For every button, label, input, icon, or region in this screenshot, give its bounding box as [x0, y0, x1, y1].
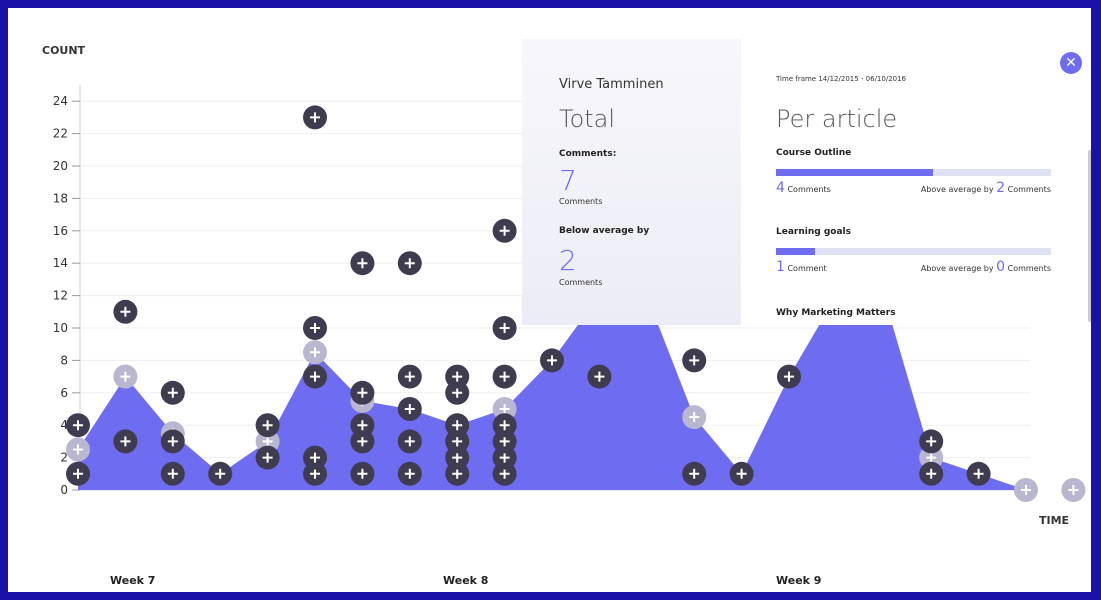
average-point[interactable]: [1014, 478, 1038, 502]
average-point[interactable]: [66, 437, 90, 462]
y-axis-label: COUNT: [42, 44, 86, 57]
comment-point[interactable]: [492, 364, 517, 389]
comment-point[interactable]: [682, 348, 707, 373]
article-avg-text: Above average by: [920, 264, 994, 273]
comment-point[interactable]: [492, 218, 517, 243]
comment-point[interactable]: [208, 461, 233, 486]
y-tick-label: 20: [53, 159, 68, 173]
y-tick-label: 16: [53, 224, 68, 238]
article-progress-fill: [776, 169, 933, 176]
article-progress-bar: [776, 248, 1051, 255]
close-icon: ✕: [1065, 55, 1077, 71]
week-label-7: Week 7: [110, 574, 156, 587]
comment-point[interactable]: [66, 413, 90, 438]
comment-point[interactable]: [492, 316, 517, 340]
comment-point[interactable]: [729, 461, 754, 486]
comment-point[interactable]: [682, 461, 707, 486]
popup-scrollbar[interactable]: [1088, 150, 1091, 322]
comment-point[interactable]: [66, 461, 90, 486]
per-article-column: Time frame 14/12/2015 - 06/10/2016 Per a…: [741, 39, 1081, 325]
comment-point[interactable]: [303, 105, 327, 130]
total-column: Virve Tamminen Total Comments: 7 Comment…: [522, 39, 741, 325]
comment-point[interactable]: [966, 461, 991, 486]
comments-value: 7: [559, 164, 577, 197]
article-avg-value: 0: [996, 259, 1006, 275]
y-tick-label: 6: [60, 386, 68, 400]
comment-point[interactable]: [397, 364, 422, 389]
chart-canvas: COUNT TIME 0 2 4 6 8 10 12 14 16 18 20 22 24 Week 7 …: [8, 8, 1091, 592]
y-tick-label: 22: [53, 127, 68, 141]
comment-point[interactable]: [445, 364, 470, 389]
comment-point[interactable]: [255, 445, 280, 470]
y-tick-label: 14: [53, 256, 68, 270]
comment-point[interactable]: [397, 429, 422, 454]
comment-point[interactable]: [160, 429, 185, 454]
y-tick-label: 18: [53, 191, 68, 205]
average-point[interactable]: [1061, 478, 1086, 502]
comment-point[interactable]: [397, 397, 422, 421]
below-average-value: 2: [559, 244, 577, 277]
close-button[interactable]: ✕: [1060, 52, 1082, 74]
week-label-9: Week 9: [776, 574, 822, 587]
comment-point[interactable]: [919, 429, 944, 454]
article-avg-unit: Comments: [1007, 264, 1051, 273]
window-frame: COUNT TIME 0 2 4 6 8 10 12 14 16 18 20 22 24 Week 7 …: [0, 0, 1101, 600]
total-heading: Total: [559, 105, 616, 133]
stats-popup: Virve Tamminen Total Comments: 7 Comment…: [522, 39, 1091, 325]
comment-point[interactable]: [303, 445, 327, 470]
article-count: 4: [776, 180, 785, 196]
comment-point[interactable]: [113, 429, 138, 454]
week-label-8: Week 8: [443, 574, 489, 587]
comment-point[interactable]: [397, 251, 422, 276]
y-tick-label: 10: [53, 321, 68, 335]
average-point[interactable]: [682, 405, 707, 430]
per-article-heading: Per article: [776, 105, 898, 133]
y-tick-label: 24: [53, 94, 68, 108]
article-count: 1: [776, 259, 785, 275]
article-progress-fill: [776, 248, 815, 255]
comment-point[interactable]: [492, 413, 517, 438]
comment-point[interactable]: [303, 364, 327, 389]
comment-point[interactable]: [777, 364, 801, 389]
article-avg-unit: Comments: [1007, 185, 1051, 194]
comment-point[interactable]: [160, 461, 185, 486]
article-avg-text: Above average by: [920, 185, 994, 194]
comment-point[interactable]: [397, 461, 422, 486]
comment-point[interactable]: [255, 413, 280, 438]
comment-point[interactable]: [350, 413, 375, 438]
comment-point[interactable]: [350, 461, 375, 486]
article-progress-bar: [776, 169, 1051, 176]
article-count-unit: Comment: [787, 264, 827, 273]
comment-point[interactable]: [540, 348, 564, 373]
article-title: Learning goals: [776, 227, 851, 237]
article-title: Course Outline: [776, 148, 852, 158]
x-axis-label: TIME: [1039, 514, 1069, 527]
below-average-label: Below average by: [559, 226, 650, 236]
comment-point[interactable]: [303, 316, 327, 340]
comment-point[interactable]: [445, 413, 470, 438]
average-point[interactable]: [303, 340, 327, 365]
article-count-unit: Comments: [787, 185, 831, 194]
person-name: Virve Tamminen: [559, 77, 664, 92]
comment-point[interactable]: [160, 380, 185, 405]
article-stats-row: 1 Comment Above average by 0 Comments: [776, 259, 1051, 275]
comment-point[interactable]: [350, 251, 375, 276]
comment-point[interactable]: [350, 380, 375, 405]
comments-label: Comments:: [559, 149, 617, 159]
article-title: Why Marketing Matters: [776, 308, 896, 318]
time-frame: Time frame 14/12/2015 - 06/10/2016: [776, 75, 907, 83]
comments-unit: Comments: [559, 197, 603, 206]
y-tick-label: 8: [60, 353, 68, 367]
comment-point[interactable]: [919, 461, 944, 486]
y-tick-label: 0: [60, 483, 68, 497]
comment-point[interactable]: [587, 364, 612, 389]
below-average-unit: Comments: [559, 278, 603, 287]
average-point[interactable]: [113, 364, 138, 389]
article-avg-value: 2: [996, 180, 1006, 196]
y-tick-label: 12: [53, 289, 68, 303]
comment-point[interactable]: [113, 299, 138, 324]
article-stats-row: 4 Comments Above average by 2 Comments: [776, 180, 1051, 196]
